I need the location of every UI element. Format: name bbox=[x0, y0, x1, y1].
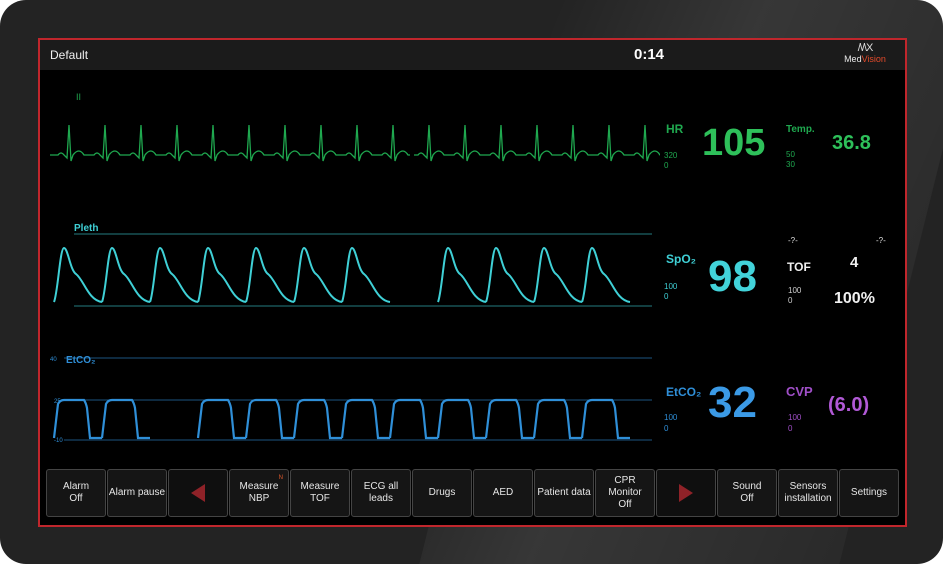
temp-limit-low: 30 bbox=[786, 160, 795, 169]
tof-ratio[interactable]: 100% bbox=[834, 290, 875, 308]
spo2-label: SpO₂ bbox=[666, 252, 696, 266]
cpr-monitor-label: CPR Monitor Off bbox=[608, 475, 642, 510]
temp-limit-high: 50 bbox=[786, 150, 795, 159]
etco2-scale-bottom: -10 bbox=[54, 438, 63, 444]
page-left-button[interactable] bbox=[168, 469, 228, 517]
spo2-limit-low: 0 bbox=[664, 292, 669, 301]
tof-label: TOF bbox=[787, 260, 811, 274]
cvp-limit-low: 0 bbox=[788, 424, 793, 433]
profile-name[interactable]: Default bbox=[50, 48, 88, 62]
ecg-all-leads-label: ECG all leads bbox=[363, 481, 399, 504]
cvp-value[interactable]: (6.0) bbox=[828, 394, 869, 417]
etco2-label: EtCO₂ bbox=[666, 385, 702, 399]
alarm-off-button[interactable]: Alarm Off bbox=[46, 469, 106, 517]
top-bar: Default 0:14 /\/\X MedVision bbox=[40, 40, 905, 70]
logo-brand: MedVision bbox=[835, 54, 895, 65]
pleth-waveform bbox=[53, 246, 631, 303]
aed-label: AED bbox=[492, 487, 514, 498]
nbp-badge: N bbox=[278, 475, 283, 481]
drugs-button[interactable]: Drugs bbox=[412, 469, 472, 517]
patient-data-button[interactable]: Patient data bbox=[534, 469, 594, 517]
etco2-waveform bbox=[52, 398, 630, 440]
cvp-limit-high: 100 bbox=[788, 413, 802, 422]
medvision-logo: /\/\X MedVision bbox=[835, 43, 895, 67]
settings-label: Settings bbox=[850, 487, 888, 498]
waveform-area: II Pleth 40 EtCO₂ 25 -10 bbox=[50, 92, 660, 444]
cpr-monitor-button[interactable]: CPR Monitor Off bbox=[595, 469, 655, 517]
logo-mark: /\/\X bbox=[857, 42, 874, 54]
logo-brand-med: Med bbox=[844, 54, 862, 64]
left-arrow-icon bbox=[191, 484, 205, 502]
tof-count[interactable]: 4 bbox=[850, 254, 858, 271]
measure-nbp-label: Measure NBP bbox=[239, 481, 279, 504]
ecg-lead-label: II bbox=[76, 92, 81, 102]
alarm-pause-button[interactable]: Alarm pause bbox=[107, 469, 167, 517]
measure-nbp-button[interactable]: Measure NBP N bbox=[229, 469, 289, 517]
etco2-scale-top: 40 bbox=[50, 357, 57, 363]
etco2-limit-low: 0 bbox=[664, 424, 669, 433]
logo-brand-vision: Vision bbox=[861, 54, 886, 64]
hr-limit-high: 320 bbox=[664, 151, 678, 160]
button-bar: Alarm Off Alarm pause Measure NBP N Measu… bbox=[46, 469, 902, 517]
cvp-label: CVP bbox=[786, 384, 813, 399]
tof-alarm-indicator-1: -?- bbox=[788, 236, 798, 245]
etco2-wave-label: EtCO₂ bbox=[66, 355, 95, 366]
tof-limit-high: 100 bbox=[788, 286, 802, 295]
sensors-installation-button[interactable]: Sensors installation bbox=[778, 469, 838, 517]
alarm-pause-label: Alarm pause bbox=[108, 487, 166, 498]
hr-value[interactable]: 105 bbox=[702, 122, 765, 165]
drugs-label: Drugs bbox=[428, 487, 456, 498]
pleth-label: Pleth bbox=[74, 223, 98, 234]
measure-tof-button[interactable]: Measure TOF bbox=[290, 469, 350, 517]
sound-off-label: Sound Off bbox=[732, 481, 762, 504]
alarm-off-label: Alarm Off bbox=[62, 481, 90, 504]
sound-off-button[interactable]: Sound Off bbox=[717, 469, 777, 517]
page-right-button[interactable] bbox=[656, 469, 716, 517]
hr-limit-low: 0 bbox=[664, 161, 669, 170]
monitor-screen: Default 0:14 /\/\X MedVision II Pleth 40… bbox=[38, 38, 907, 527]
spo2-limit-high: 100 bbox=[664, 282, 678, 291]
spo2-value[interactable]: 98 bbox=[708, 252, 757, 302]
measure-tof-label: Measure TOF bbox=[300, 481, 340, 504]
ecg-waveform bbox=[50, 124, 660, 162]
sensors-installation-label: Sensors installation bbox=[784, 481, 832, 504]
hr-label: HR bbox=[666, 122, 684, 136]
elapsed-timer: 0:14 bbox=[634, 46, 665, 63]
etco2-limit-high: 100 bbox=[664, 413, 678, 422]
settings-button[interactable]: Settings bbox=[839, 469, 899, 517]
tof-alarm-indicator-2: -?- bbox=[876, 236, 886, 245]
ecg-all-leads-button[interactable]: ECG all leads bbox=[351, 469, 411, 517]
tof-limit-low: 0 bbox=[788, 296, 793, 305]
aed-button[interactable]: AED bbox=[473, 469, 533, 517]
right-arrow-icon bbox=[679, 484, 693, 502]
temp-value[interactable]: 36.8 bbox=[832, 132, 871, 155]
temp-label: Temp. bbox=[786, 124, 815, 135]
patient-data-label: Patient data bbox=[537, 487, 591, 498]
etco2-value[interactable]: 32 bbox=[708, 378, 757, 428]
